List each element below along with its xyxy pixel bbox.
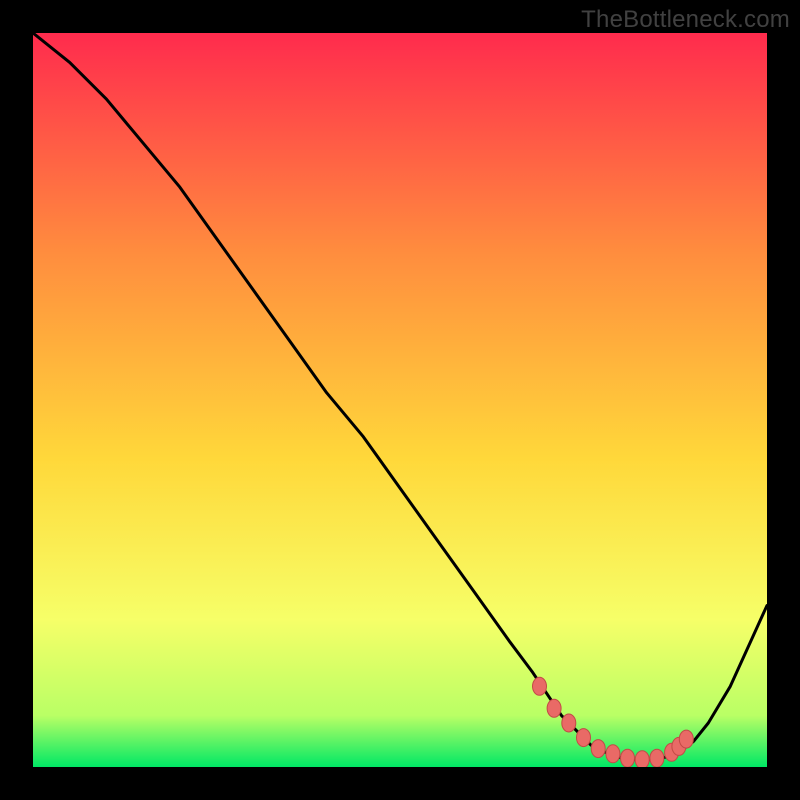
watermark-text: TheBottleneck.com: [581, 6, 790, 34]
marker-dot: [635, 751, 649, 767]
plot-area: [33, 33, 767, 767]
marker-dot: [577, 729, 591, 747]
marker-dot: [650, 749, 664, 767]
chart-frame: TheBottleneck.com: [0, 0, 800, 800]
marker-dot: [621, 749, 635, 767]
plot-svg: [33, 33, 767, 767]
marker-dot: [591, 740, 605, 758]
marker-dot: [562, 714, 576, 732]
marker-dot: [679, 730, 693, 748]
marker-dot: [533, 677, 547, 695]
marker-dot: [606, 745, 620, 763]
marker-dot: [547, 699, 561, 717]
